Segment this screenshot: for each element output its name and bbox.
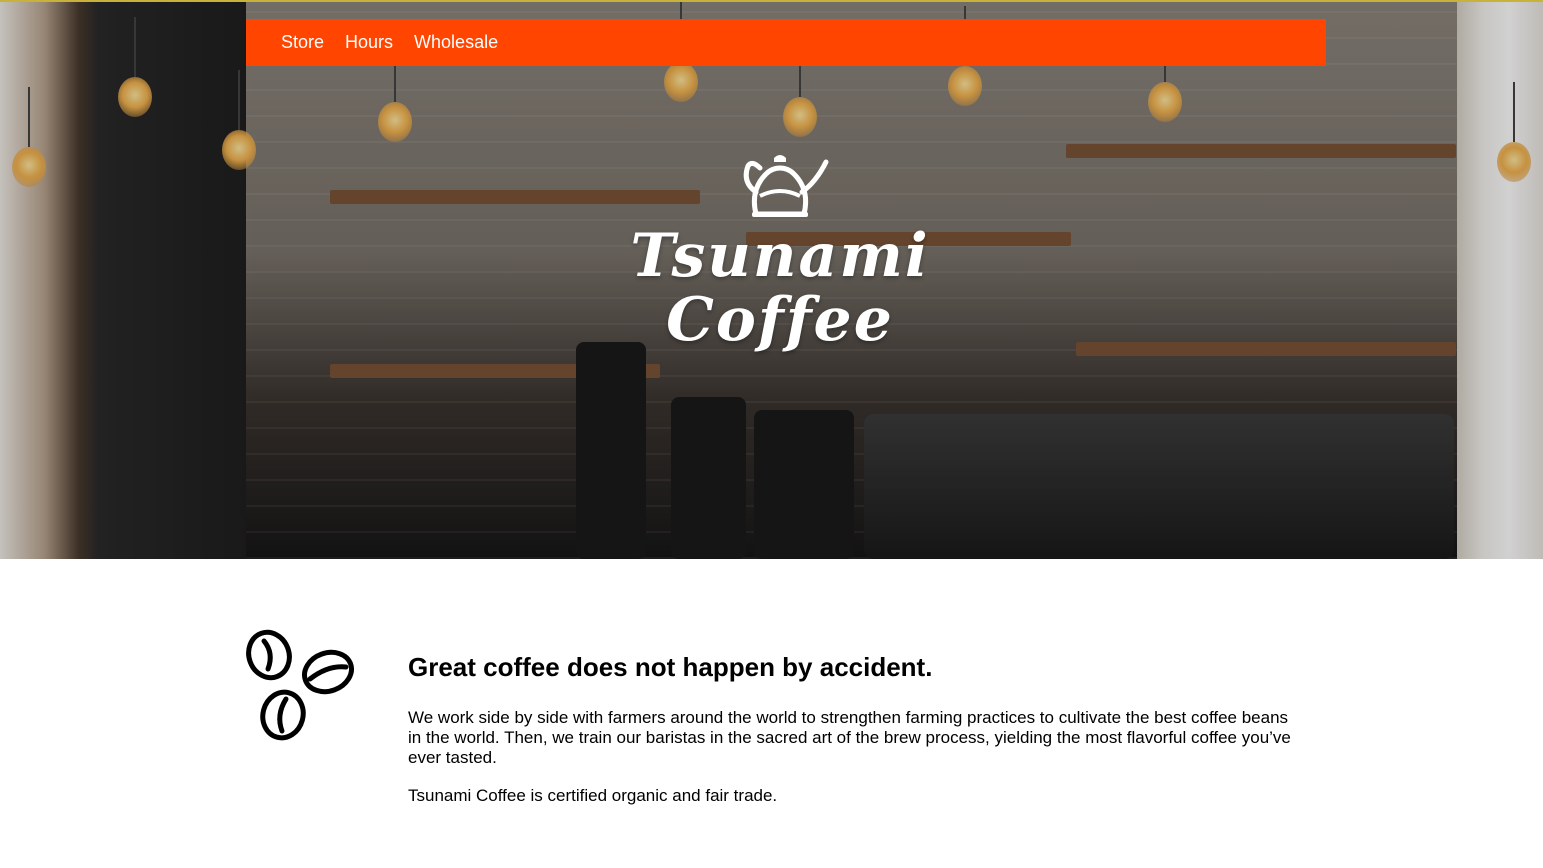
brand-line-1: Tsunami bbox=[630, 221, 930, 291]
nav-wholesale-link[interactable]: Wholesale bbox=[414, 19, 498, 66]
coffee-beans-icon bbox=[246, 629, 354, 741]
brand-name: Tsunami Coffee bbox=[620, 224, 940, 352]
nav-hours-link[interactable]: Hours bbox=[345, 19, 393, 66]
hero-banner: Tsunami Coffee bbox=[0, 2, 1543, 559]
kettle-icon bbox=[743, 155, 829, 217]
brand-line-2: Coffee bbox=[666, 285, 894, 355]
intro-paragraph: We work side by side with farmers around… bbox=[408, 708, 1291, 767]
brand-logo: Tsunami Coffee bbox=[620, 152, 940, 362]
main-nav: Store Hours Wholesale bbox=[246, 19, 1326, 66]
intro-text: Great coffee does not happen by accident… bbox=[408, 650, 1298, 806]
intro-headline: Great coffee does not happen by accident… bbox=[408, 652, 933, 682]
certification-paragraph: Tsunami Coffee is certified organic and … bbox=[408, 786, 778, 805]
nav-store-link[interactable]: Store bbox=[281, 19, 324, 66]
